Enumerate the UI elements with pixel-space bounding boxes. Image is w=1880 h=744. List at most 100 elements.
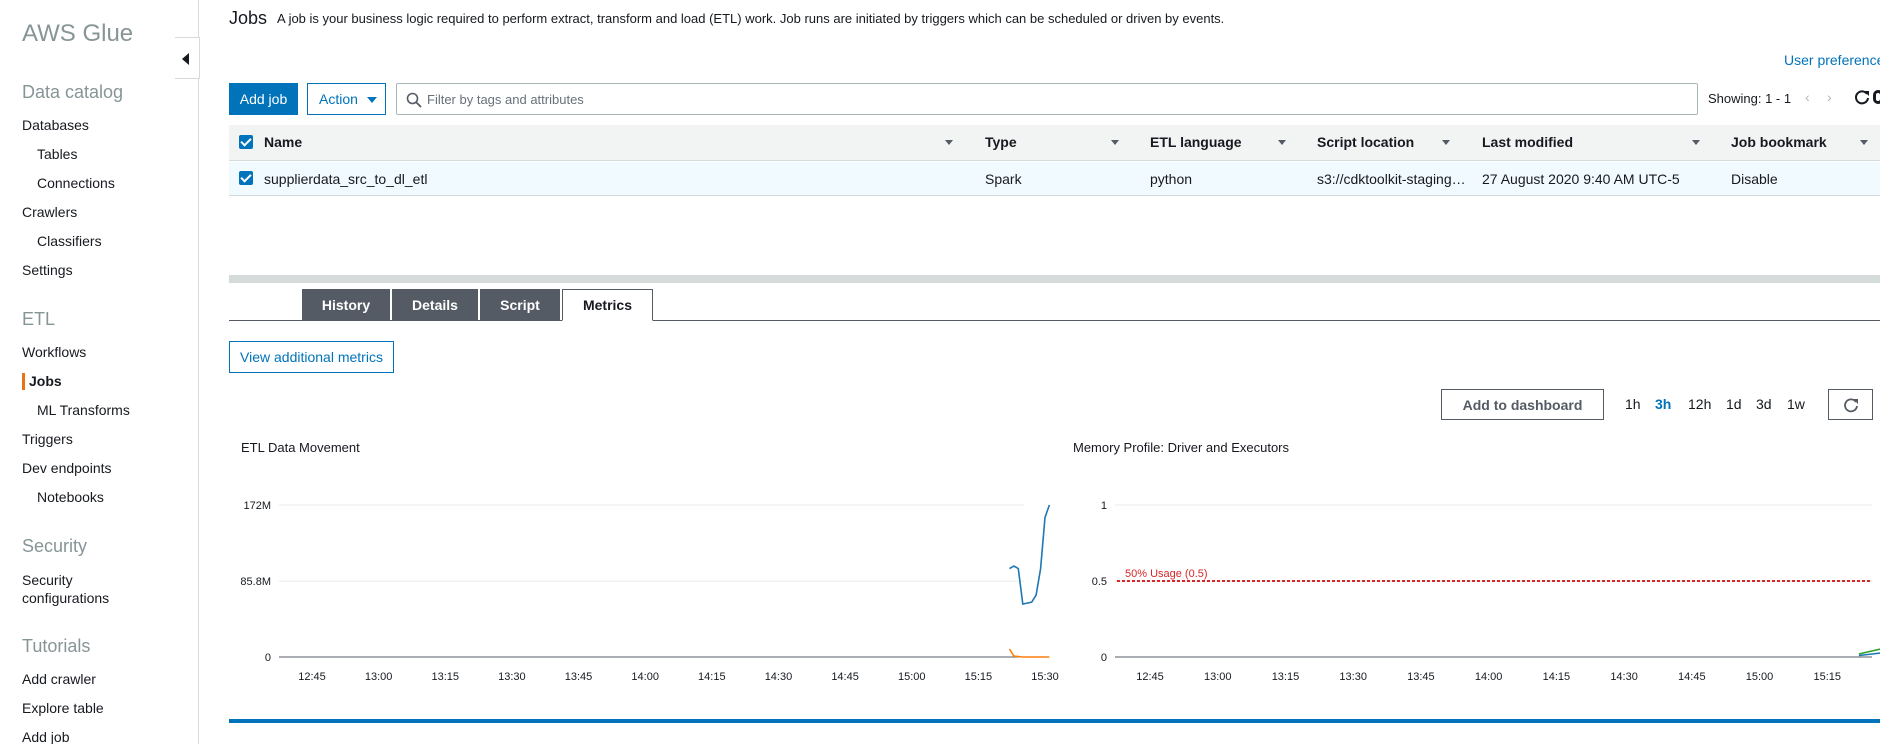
x-tick-label: 12:45 [298,671,326,683]
page-title: Jobs [229,8,268,28]
chevron-down-icon [367,97,377,103]
nav-heading-security: Security [22,536,88,556]
action-dropdown[interactable]: Action [307,83,386,115]
filter-input[interactable] [427,89,1687,109]
tab-details[interactable]: Details [392,289,478,321]
settings-icon[interactable] [1873,90,1880,104]
column-header-script-location[interactable]: Script location [1317,134,1414,150]
progress-bar [229,719,1880,723]
sidebar-item-settings[interactable]: Settings [22,262,73,278]
select-all-checkbox[interactable] [239,135,253,149]
range-12h[interactable]: 12h [1688,396,1711,412]
sidebar-item-triggers[interactable]: Triggers [22,431,73,447]
x-tick-label: 14:00 [1475,671,1503,683]
column-header-last-modified[interactable]: Last modified [1482,134,1573,150]
sidebar-item-connections[interactable]: Connections [37,175,115,191]
sidebar-item-tables[interactable]: Tables [37,146,77,162]
job-bookmark-cell: Disable [1731,171,1778,187]
x-tick-label: 14:15 [698,671,726,683]
action-label: Action [319,91,358,107]
series-line [1008,648,1050,658]
etl-language-cell: python [1150,171,1193,187]
add-to-dashboard-button[interactable]: Add to dashboard [1441,389,1604,420]
pane-resize-handle[interactable] [229,275,1880,283]
memory-profile-chart: 0 0.5 1 12:45 13:00 13:15 13:30 13:45 14:00 14:15… [1092,500,1880,683]
column-header-name[interactable]: Name [264,134,302,150]
sidebar-item-classifiers[interactable]: Classifiers [37,233,102,249]
row-checkbox[interactable] [239,171,253,185]
job-type-cell: Spark [985,171,1022,187]
next-page-icon[interactable]: › [1827,89,1832,105]
script-location-cell: s3://cdktoolkit-staging… [1317,171,1466,187]
tab-history[interactable]: History [302,289,390,321]
x-tick-label: 14:45 [1678,671,1706,683]
add-job-button[interactable]: Add job [229,83,298,115]
sort-caret-icon[interactable] [1692,140,1700,145]
x-tick-label: 13:45 [565,671,593,683]
column-header-etl-language[interactable]: ETL language [1150,134,1242,150]
sidebar-item-crawlers[interactable]: Crawlers [22,204,77,220]
x-tick-label: 15:15 [965,671,993,683]
sort-caret-icon[interactable] [1860,140,1868,145]
job-name-cell[interactable]: supplierdata_src_to_dl_etl [264,171,664,187]
tab-metrics[interactable]: Metrics [562,289,653,321]
x-tick-label: 13:15 [432,671,460,683]
column-header-job-bookmark[interactable]: Job bookmark [1731,134,1827,150]
x-tick-label: 15:15 [1814,671,1842,683]
x-tick-label: 13:00 [365,671,393,683]
range-1h[interactable]: 1h [1625,396,1641,412]
table-header: Name Type ETL language Script location L… [229,125,1880,161]
sidebar-item-workflows[interactable]: Workflows [22,344,86,360]
active-indicator [22,373,25,390]
x-tick-label: 15:00 [1746,671,1774,683]
range-1d[interactable]: 1d [1726,396,1742,412]
etl-data-movement-chart: 0 85.8M 172M 12:45 13:00 13:15 13:30 13:45 14:00… [240,500,1058,683]
sort-caret-icon[interactable] [1278,140,1286,145]
prev-page-icon[interactable]: ‹ [1805,89,1810,105]
x-tick-label: 14:15 [1543,671,1571,683]
user-preferences-link[interactable]: User preferences [1784,52,1880,68]
sidebar-item-add-job[interactable]: Add job [22,729,69,744]
range-1w[interactable]: 1w [1787,396,1805,412]
search-icon [406,92,422,108]
y-tick-label: 0 [265,652,271,664]
threshold-label: 50% Usage (0.5) [1125,568,1208,580]
series-line [1009,504,1051,605]
sidebar-item-explore-table[interactable]: Explore table [22,700,104,716]
sidebar-item-jobs[interactable]: Jobs [29,373,62,389]
range-3h[interactable]: 3h [1655,396,1671,412]
chart-title-etl-data-movement: ETL Data Movement [241,440,360,455]
range-3d[interactable]: 3d [1756,396,1772,412]
tab-script[interactable]: Script [480,289,560,321]
sidebar-collapse-button[interactable] [175,37,200,79]
filter-field[interactable] [396,83,1698,115]
last-modified-cell: 27 August 2020 9:40 AM UTC-5 [1482,171,1680,187]
sidebar-item-dev-endpoints[interactable]: Dev endpoints [22,460,112,476]
refresh-metrics-button[interactable] [1828,389,1873,420]
y-tick-label: 0.5 [1092,576,1107,588]
y-tick-label: 85.8M [240,576,271,588]
app-title: AWS Glue [22,20,134,47]
nav-heading-tutorials: Tutorials [22,636,91,656]
sort-caret-icon[interactable] [1111,140,1119,145]
x-tick-label: 13:45 [1407,671,1435,683]
x-tick-label: 14:30 [765,671,793,683]
sidebar-item-add-crawler[interactable]: Add crawler [22,671,96,687]
column-header-type[interactable]: Type [985,134,1017,150]
x-tick-label: 13:30 [498,671,526,683]
sort-caret-icon[interactable] [1442,140,1450,145]
sidebar-item-notebooks[interactable]: Notebooks [37,489,104,505]
sidebar-item-databases[interactable]: Databases [22,117,89,133]
x-tick-label: 13:15 [1272,671,1300,683]
sidebar: AWS Glue Data catalog Databases Tables C… [0,0,199,744]
page-description: A job is your business logic required to… [277,11,1225,26]
view-additional-metrics-button[interactable]: View additional metrics [229,341,394,373]
nav-heading-data-catalog: Data catalog [22,82,124,102]
nav-heading-etl: ETL [22,309,56,329]
refresh-icon[interactable] [1853,88,1871,106]
table-row[interactable]: supplierdata_src_to_dl_etl Spark python … [229,162,1880,196]
sort-caret-icon[interactable] [945,140,953,145]
sidebar-item-ml-transforms[interactable]: ML Transforms [37,402,130,418]
sidebar-item-security-configurations[interactable]: Security configurations [22,571,142,607]
pagination-status: Showing: 1 - 1 [1708,91,1792,106]
